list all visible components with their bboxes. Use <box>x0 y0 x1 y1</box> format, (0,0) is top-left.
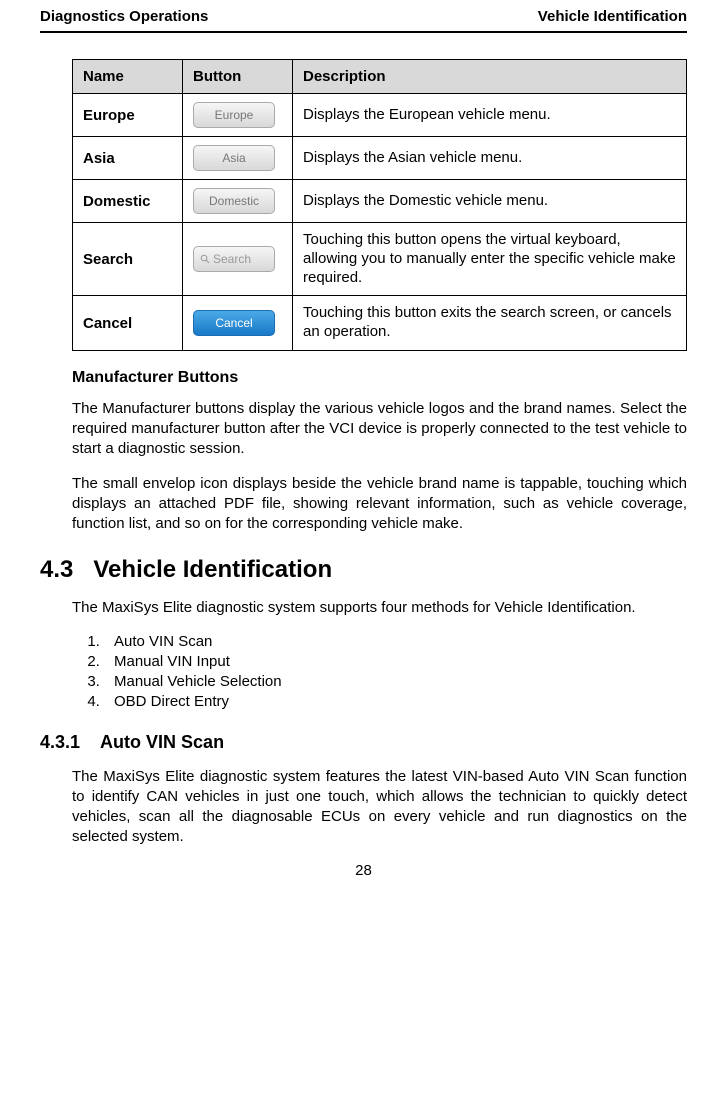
row-desc: Displays the European vehicle menu. <box>293 94 687 137</box>
row-name: Asia <box>73 137 183 180</box>
list-item: OBD Direct Entry <box>104 693 687 710</box>
row-button-cell: Europe <box>183 94 293 137</box>
domestic-button: Domestic <box>193 188 275 214</box>
header-left: Diagnostics Operations <box>40 8 208 25</box>
manufacturer-heading: Manufacturer Buttons <box>72 369 687 387</box>
section-4-3-heading: 4.3 Vehicle Identification <box>40 556 687 584</box>
row-name: Search <box>73 223 183 296</box>
row-name: Europe <box>73 94 183 137</box>
europe-button-label: Europe <box>215 108 254 122</box>
subsection-title: Auto VIN Scan <box>100 732 224 753</box>
subsection-number: 4.3.1 <box>40 732 80 753</box>
table-row: Europe Europe Displays the European vehi… <box>73 94 687 137</box>
table-row: Domestic Domestic Displays the Domestic … <box>73 180 687 223</box>
table-row: Search Search Touching this button opens… <box>73 223 687 296</box>
row-button-cell: Search <box>183 223 293 296</box>
manufacturer-para-2: The small envelop icon displays beside t… <box>72 474 687 535</box>
asia-button-label: Asia <box>222 151 245 165</box>
section-4-3-1-para: The MaxiSys Elite diagnostic system feat… <box>72 767 687 848</box>
document-page: Diagnostics Operations Vehicle Identific… <box>0 0 727 899</box>
list-item: Manual VIN Input <box>104 653 687 670</box>
running-header: Diagnostics Operations Vehicle Identific… <box>40 8 687 33</box>
search-button-label: Search <box>213 252 251 266</box>
th-name: Name <box>73 60 183 94</box>
asia-button: Asia <box>193 145 275 171</box>
section-number: 4.3 <box>40 556 73 584</box>
table-row: Cancel Cancel Touching this button exits… <box>73 296 687 351</box>
row-desc: Touching this button exits the search sc… <box>293 296 687 351</box>
th-desc: Description <box>293 60 687 94</box>
section-title: Vehicle Identification <box>93 556 332 584</box>
section-4-3-intro: The MaxiSys Elite diagnostic system supp… <box>72 598 687 618</box>
europe-button: Europe <box>193 102 275 128</box>
list-item: Manual Vehicle Selection <box>104 673 687 690</box>
row-name: Domestic <box>73 180 183 223</box>
button-reference-table: Name Button Description Europe Europe Di… <box>72 59 687 351</box>
row-desc: Displays the Asian vehicle menu. <box>293 137 687 180</box>
th-button: Button <box>183 60 293 94</box>
table-row: Asia Asia Displays the Asian vehicle men… <box>73 137 687 180</box>
manufacturer-para-1: The Manufacturer buttons display the var… <box>72 399 687 460</box>
list-item: Auto VIN Scan <box>104 633 687 650</box>
identification-methods-list: Auto VIN Scan Manual VIN Input Manual Ve… <box>72 633 687 710</box>
row-button-cell: Cancel <box>183 296 293 351</box>
cancel-button: Cancel <box>193 310 275 336</box>
domestic-button-label: Domestic <box>209 194 259 208</box>
row-button-cell: Domestic <box>183 180 293 223</box>
magnifier-icon <box>200 254 210 264</box>
row-name: Cancel <box>73 296 183 351</box>
header-right: Vehicle Identification <box>538 8 687 25</box>
cancel-button-label: Cancel <box>215 316 252 330</box>
search-button: Search <box>193 246 275 272</box>
section-4-3-1-heading: 4.3.1 Auto VIN Scan <box>40 732 687 753</box>
row-button-cell: Asia <box>183 137 293 180</box>
page-number: 28 <box>40 862 687 879</box>
row-desc: Displays the Domestic vehicle menu. <box>293 180 687 223</box>
row-desc: Touching this button opens the virtual k… <box>293 223 687 296</box>
